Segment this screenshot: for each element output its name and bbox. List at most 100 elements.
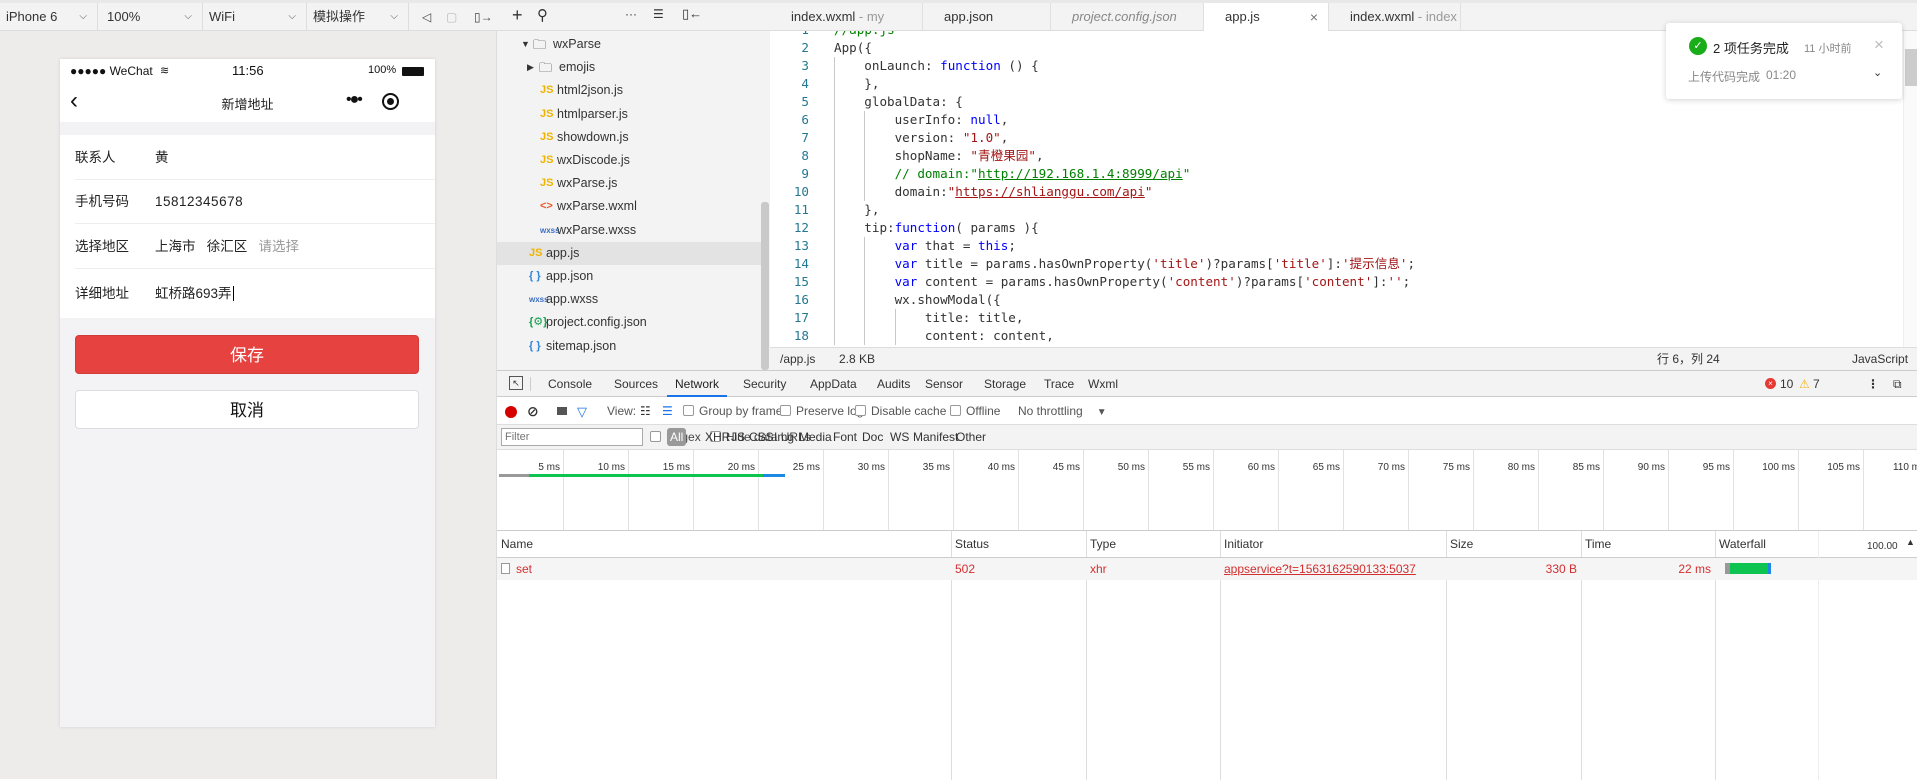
devtools-tab-sources[interactable]: Sources [614,371,658,397]
window-icon[interactable]: ▢ [446,3,457,31]
contact-row[interactable]: 联系人 黄 [75,135,435,180]
caret-down-icon[interactable]: ▼ [521,33,530,56]
device-select[interactable]: iPhone 6 ⌵ [0,3,98,31]
zoom-select[interactable]: 100% ⌵ [101,3,203,31]
cursor-position[interactable]: 行 6，列 24 [1657,348,1720,370]
tab-index-wxml[interactable]: index.wxml - index [1329,3,1461,31]
tab-app-js[interactable]: app.js × [1204,3,1329,31]
column-header-status[interactable]: Status [951,531,1086,558]
volume-icon[interactable]: ◁ [422,3,431,31]
phone-row[interactable]: 手机号码 15812345678 [75,180,435,224]
network-select[interactable]: WiFi ⌵ [203,3,307,31]
close-tab-icon[interactable]: × [1310,3,1318,31]
devtools-tab-wxml[interactable]: Wxml [1088,371,1118,397]
offline-checkbox[interactable]: Offline [950,398,1000,425]
devtools-tab-trace[interactable]: Trace [1044,371,1074,397]
sort-ascending-icon[interactable]: ▲ [1906,537,1915,547]
tree-item-project-config-json[interactable]: {⚙} project.config.json [497,311,761,334]
tree-item-wxParse-js[interactable]: JS wxParse.js [497,172,761,195]
region-picker[interactable]: 上海市 徐汇区 请选择 [155,224,299,269]
waterfall-view-icon[interactable]: ☰ [662,398,673,425]
devtools-tab-storage[interactable]: Storage [984,371,1026,397]
devtools-tab-audits[interactable]: Audits [877,371,910,397]
detach-icon[interactable]: ▯→ [474,3,493,31]
inspect-icon[interactable]: ↖ [509,376,523,390]
type-filter-img[interactable]: Img [774,425,794,450]
disable-cache-checkbox[interactable]: Disable cache [855,398,946,425]
devtools-tab-security[interactable]: Security [743,371,786,397]
warning-count[interactable]: 7 [1813,371,1820,397]
file-tree-scrollbar[interactable] [761,202,769,370]
request-name[interactable]: set [497,558,951,580]
type-filter-ws[interactable]: WS [890,425,909,450]
devtools-tab-network[interactable]: Network [667,371,728,397]
column-header-type[interactable]: Type [1086,531,1220,558]
column-header-time[interactable]: Time [1581,531,1715,558]
tree-item-html2json-js[interactable]: JS html2json.js [497,79,761,102]
type-filter-xhr[interactable]: XHR [705,425,730,450]
code-token-clink[interactable]: http://192.168.1.4:8999/api [978,166,1183,181]
save-button[interactable]: 保存 [75,335,419,374]
address-input[interactable]: 虹桥路693弄 [155,269,234,318]
kebab-menu-icon[interactable]: ⋮ [1867,371,1879,397]
devtools-tab-console[interactable]: Console [548,371,592,397]
contact-input[interactable]: 黄 [155,135,169,180]
phone-input[interactable]: 15812345678 [155,180,243,224]
column-header-name[interactable]: Name [497,531,951,558]
code-token-link[interactable]: https://shlianggu.com/api [955,184,1145,199]
language-mode[interactable]: JavaScript [1852,348,1908,370]
type-filter-manifest[interactable]: Manifest [913,425,958,450]
preserve-log-checkbox[interactable]: Preserve log [780,398,863,425]
more-icon[interactable]: ··· [625,7,637,21]
tree-item-wxParse-wxml[interactable]: <> wxParse.wxml [497,195,761,218]
collapse-icon[interactable]: ☰ [653,7,664,21]
tree-item-sitemap-json[interactable]: { } sitemap.json [497,335,761,358]
tab-app-json[interactable]: app.json [923,3,1051,31]
tree-item-htmlparser-js[interactable]: JS htmlparser.js [497,103,761,126]
tab-index-wxml[interactable]: index.wxml - my [770,3,923,31]
tree-item-app-wxss[interactable]: wxss app.wxss [497,288,761,311]
type-filter-font[interactable]: Font [833,425,857,450]
editor-scrollbar[interactable] [1903,31,1917,347]
more-icon[interactable]: •●• [346,91,363,109]
devtools-tab-sensor[interactable]: Sensor [925,371,963,397]
undock-icon[interactable]: ⧉ [1893,371,1902,397]
region-row[interactable]: 选择地区 上海市 徐汇区 请选择 [75,224,435,269]
expand-icon[interactable]: ⌄ [1873,66,1882,79]
tree-item-app-js[interactable]: JS app.js [497,241,761,265]
caret-right-icon[interactable]: ▶ [527,56,534,79]
search-icon[interactable]: ⚲ [537,6,548,24]
add-icon[interactable]: + [512,5,523,26]
record-icon[interactable] [505,406,517,418]
tree-item-wxDiscode-js[interactable]: JS wxDiscode.js [497,149,761,172]
type-filter-js[interactable]: JS [731,425,745,450]
type-filter-other[interactable]: Other [956,425,986,450]
screenshot-icon[interactable] [557,407,567,415]
request-initiator[interactable]: appservice?t=1563162590133:5037 [1220,558,1446,580]
type-filter-all[interactable]: All [667,428,687,446]
timeline-overview[interactable]: 5 ms 10 ms 15 ms 20 ms 25 ms 30 ms 35 ms 40 ms 4… [497,450,1917,531]
type-filter-media[interactable]: Media [799,425,832,450]
error-count[interactable]: 10 [1780,371,1793,397]
tree-item-emojis[interactable]: ▶ 🗀 emojis [497,56,761,79]
hide-sidebar-icon[interactable]: ▯← [682,6,702,22]
type-filter-doc[interactable]: Doc [862,425,883,450]
mode-select[interactable]: 模拟操作 ⌵ [307,3,409,31]
column-header-initiator[interactable]: Initiator [1220,531,1446,558]
address-row[interactable]: 详细地址 虹桥路693弄 [75,269,435,318]
tree-item-wxParse[interactable]: ▼ 🗀 wxParse [497,33,761,56]
tree-item-app-json[interactable]: { } app.json [497,265,761,288]
tab-project-config-json[interactable]: project.config.json [1051,3,1204,31]
filter-input[interactable] [501,428,643,446]
tree-item-wxParse-wxss[interactable]: wxss wxParse.wxss [497,219,761,242]
column-header-size[interactable]: Size [1446,531,1581,558]
tree-item-showdown-js[interactable]: JS showdown.js [497,126,761,149]
close-icon[interactable]: × [1874,35,1884,55]
filter-icon[interactable]: ▽ [577,398,587,425]
type-filter-css[interactable]: CSS [749,425,774,450]
group-by-frame-checkbox[interactable]: Group by frame [683,398,782,425]
close-capsule-icon[interactable] [382,93,399,110]
cancel-button[interactable]: 取消 [75,390,419,429]
devtools-tab-appdata[interactable]: AppData [810,371,857,397]
clear-icon[interactable]: ⊘ [527,398,539,425]
